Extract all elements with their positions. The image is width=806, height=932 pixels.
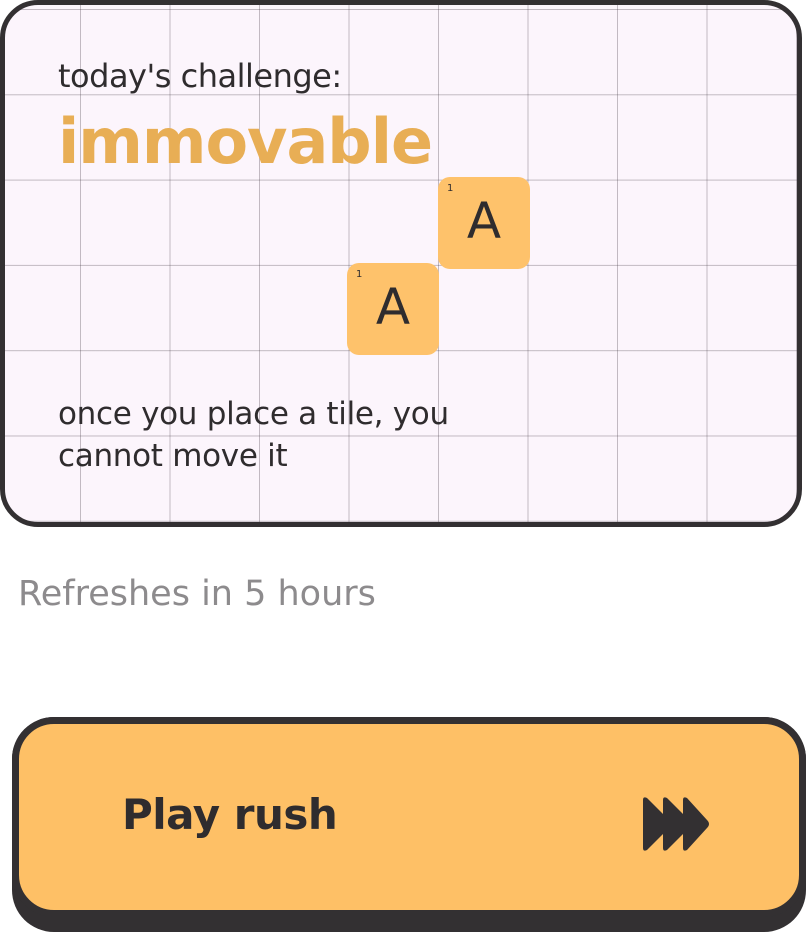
challenge-description: once you place a tile, you cannot move i… [58, 396, 449, 474]
play-rush-button[interactable]: Play rush [12, 717, 806, 917]
challenge-label: today's challenge: [58, 57, 342, 95]
letter-tile: 1 A [347, 263, 439, 355]
fast-forward-icon-svg [643, 797, 709, 851]
refresh-timer-text: Refreshes in 5 hours [18, 574, 376, 614]
challenge-card: today's challenge: immovable 1 A 1 A onc… [0, 0, 802, 527]
play-button-label: Play rush [122, 790, 338, 839]
fast-forward-chevron [683, 797, 709, 851]
letter-tile: 1 A [438, 177, 530, 269]
tile-letter: A [375, 278, 411, 336]
tile-letter: A [466, 192, 502, 250]
challenge-name: immovable [58, 105, 433, 178]
fast-forward-icon [641, 796, 711, 852]
